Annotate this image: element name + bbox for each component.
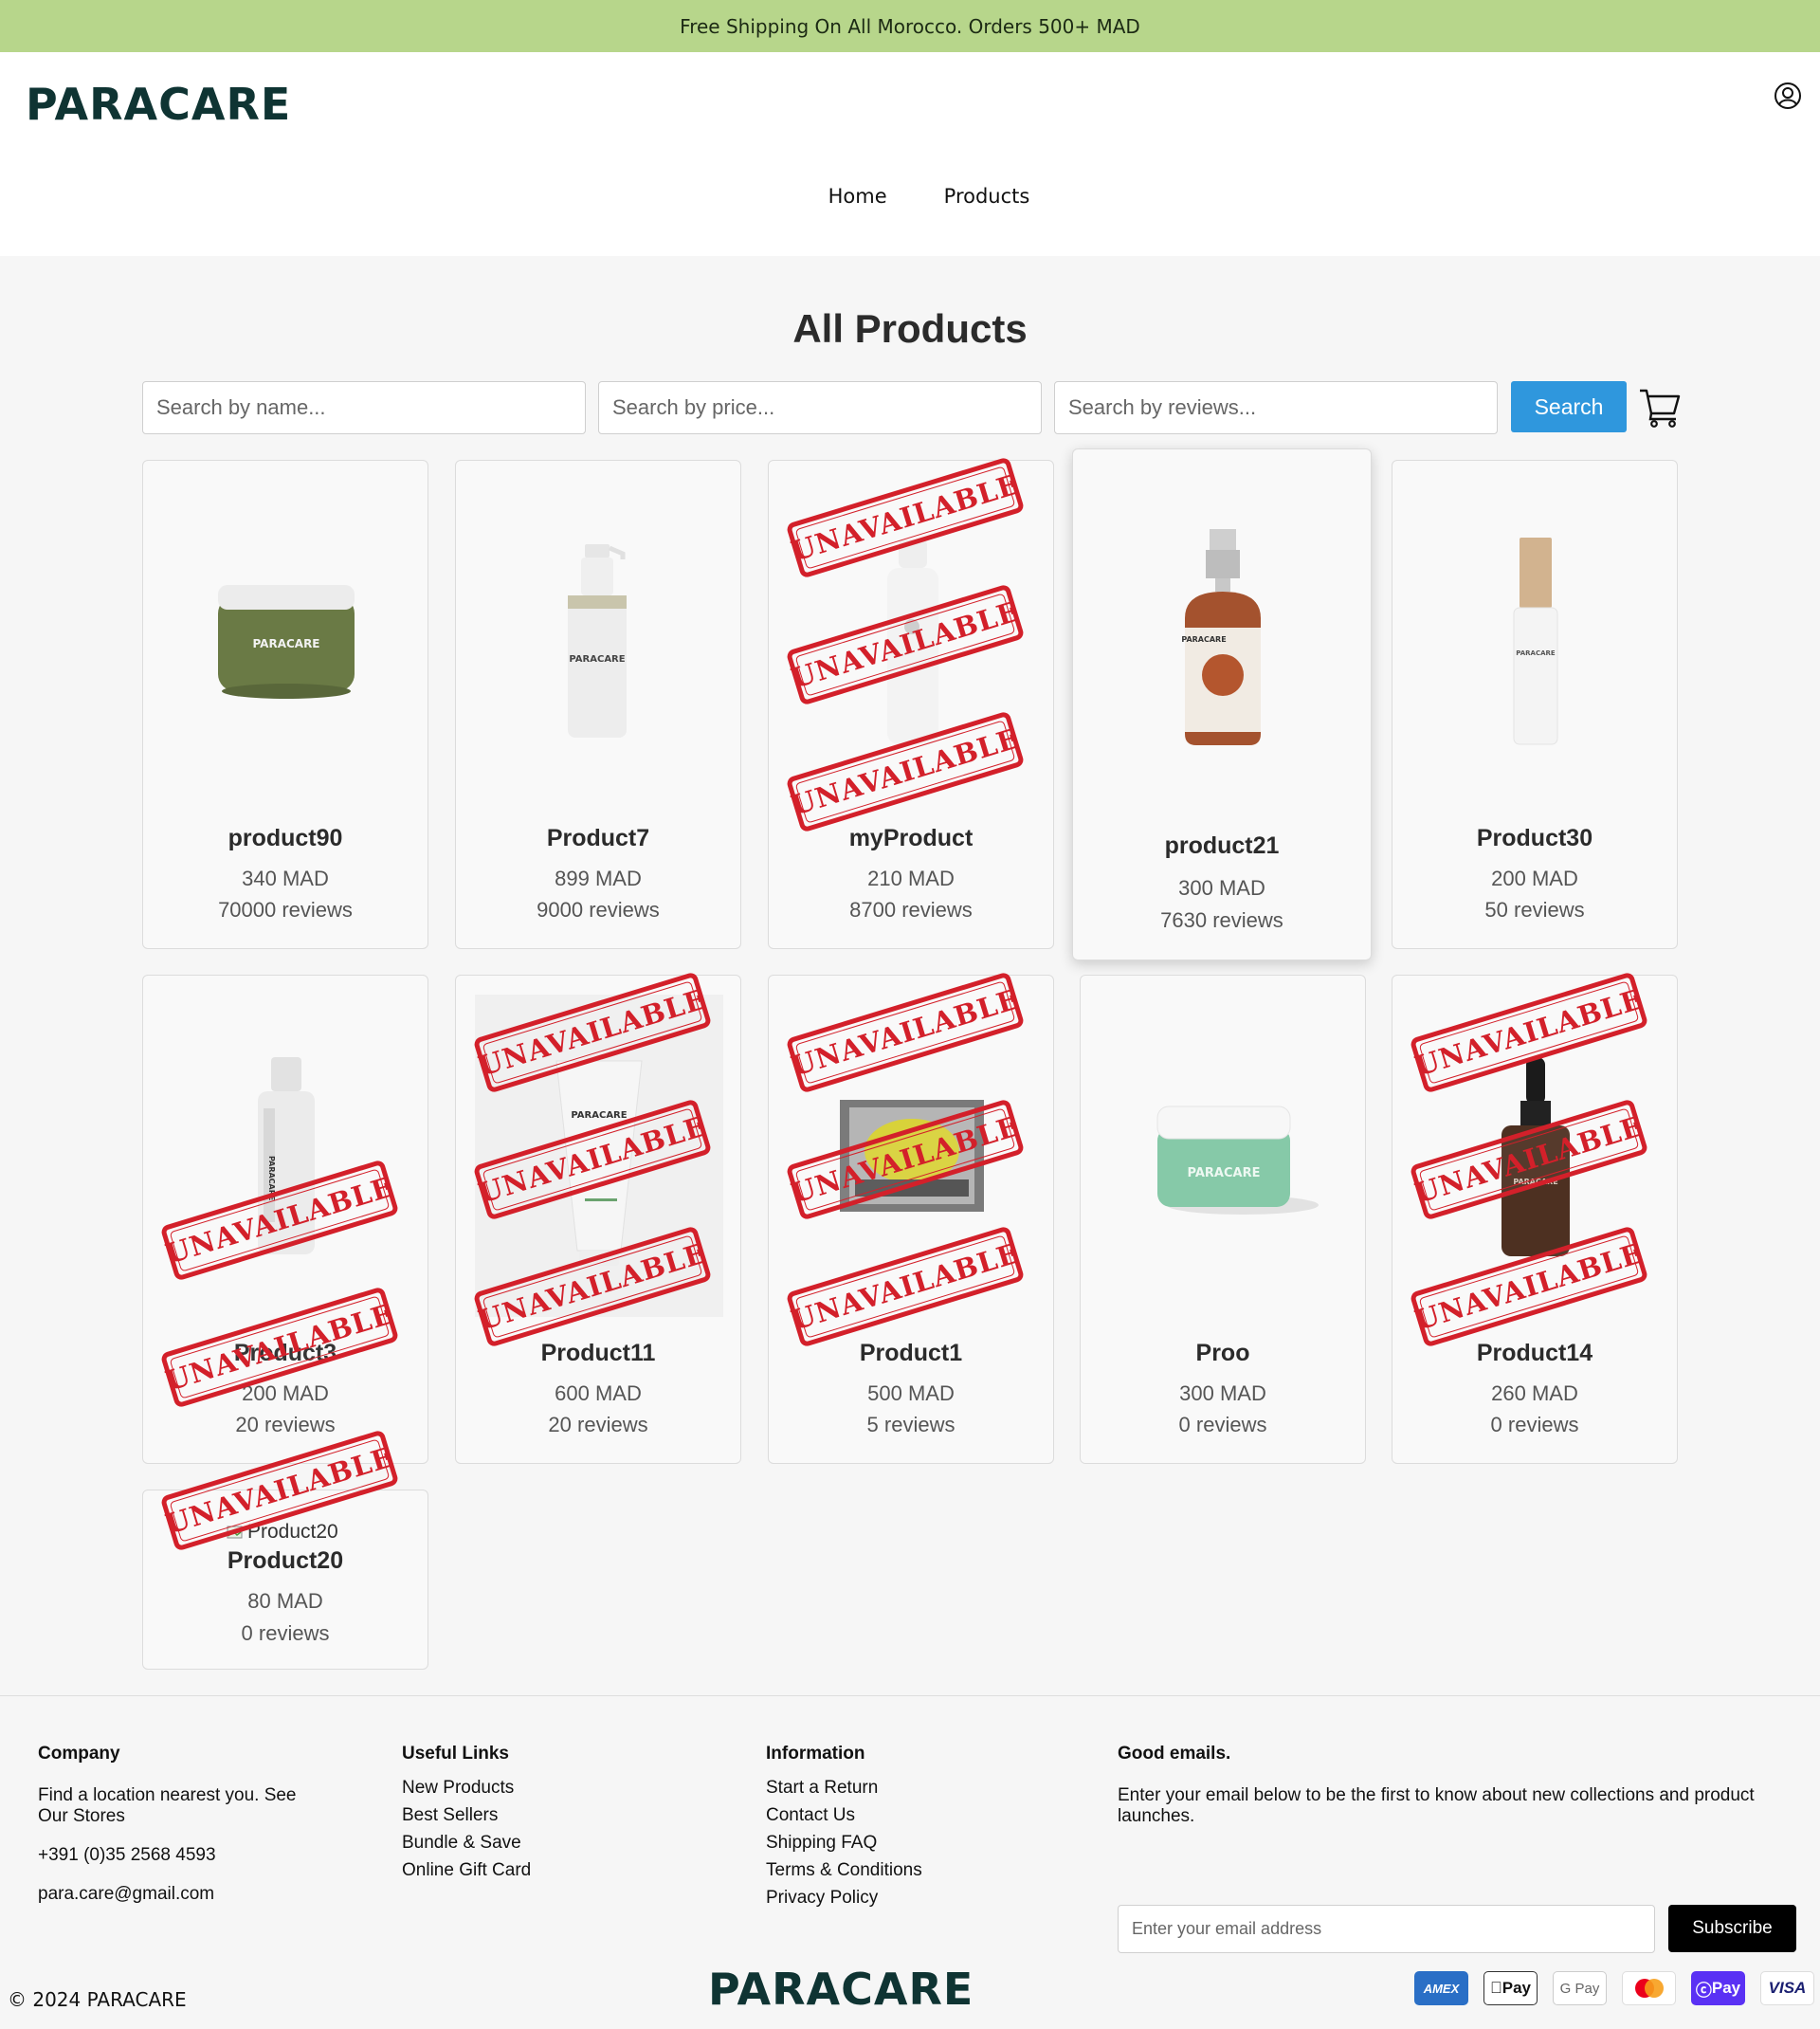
subscribe-button[interactable]: Subscribe bbox=[1668, 1905, 1796, 1952]
product-card[interactable]: PARACARE UNAVAILABLE UNAVAILABLE UNAVAIL… bbox=[1392, 971, 1678, 1464]
footer-company: Company Find a location nearest you. See… bbox=[38, 1744, 322, 1923]
newsletter-heading: Good emails. bbox=[1118, 1744, 1231, 1764]
mastercard-icon bbox=[1622, 1971, 1676, 2005]
product-card[interactable]: PARACARE Product7 899 MAD 9000 reviews bbox=[455, 460, 741, 949]
visa-icon: VISA bbox=[1760, 1971, 1814, 2005]
product-name[interactable]: product21 bbox=[1073, 832, 1371, 860]
site-logo[interactable]: PARACARE bbox=[26, 79, 291, 130]
svg-text:PARACARE: PARACARE bbox=[252, 637, 319, 650]
svg-text:PARACARE: PARACARE bbox=[571, 1110, 627, 1121]
newsletter-text: Enter your email below to be the first t… bbox=[1118, 1785, 1755, 1826]
site-header: PARACARE Home Products bbox=[0, 52, 1820, 256]
product-reviews: 20 reviews bbox=[235, 1413, 336, 1436]
apple-pay-label: Pay bbox=[1496, 1979, 1531, 1997]
site-footer: Company Find a location nearest you. See… bbox=[0, 1695, 1820, 2029]
nav-home[interactable]: Home bbox=[828, 185, 887, 208]
product-card[interactable]: PARACARE Proo 300 MAD 0 reviews bbox=[1080, 975, 1366, 1464]
search-bar: Search bbox=[142, 381, 1697, 434]
footer-link[interactable]: Privacy Policy bbox=[766, 1884, 922, 1911]
footer-link[interactable]: Shipping FAQ bbox=[766, 1829, 922, 1856]
google-pay-icon: G Pay bbox=[1553, 1971, 1607, 2005]
product-reviews: 7630 reviews bbox=[1160, 908, 1283, 932]
footer-link[interactable]: Best Sellers bbox=[402, 1801, 531, 1829]
product-card[interactable]: PARACARE product90 340 MAD 70000 reviews bbox=[142, 460, 428, 949]
product-reviews: 8700 reviews bbox=[849, 898, 973, 922]
product-price: 80 MAD bbox=[247, 1589, 323, 1613]
footer-information-heading: Information bbox=[766, 1744, 865, 1764]
product-reviews: 20 reviews bbox=[548, 1413, 648, 1436]
product-reviews: 70000 reviews bbox=[218, 898, 353, 922]
shop-pay-label: Pay bbox=[1711, 1979, 1741, 1997]
product-reviews: 0 reviews bbox=[1490, 1413, 1579, 1436]
product-name[interactable]: Product7 bbox=[456, 825, 740, 852]
amex-icon: AMEX bbox=[1414, 1971, 1468, 2005]
footer-email[interactable]: para.care@gmail.com bbox=[38, 1884, 322, 1905]
shop-pay-icon: ⓒ Pay bbox=[1691, 1971, 1745, 2005]
product-name[interactable]: Product30 bbox=[1392, 825, 1677, 852]
product-name[interactable]: Product20 bbox=[143, 1547, 428, 1575]
main-nav: Home Products bbox=[0, 185, 1820, 208]
product-image[interactable]: PARACARE bbox=[1411, 480, 1660, 802]
product-card[interactable]: UNAVAILABLE UNAVAILABLE UNAVAILABLE myPr… bbox=[768, 456, 1054, 949]
payment-methods: AMEX Pay G Pay ⓒPay VISA bbox=[1414, 1971, 1814, 2005]
product-image[interactable]: PARACARE bbox=[1092, 468, 1354, 806]
product-name[interactable]: Proo bbox=[1081, 1340, 1365, 1367]
footer-company-heading: Company bbox=[38, 1744, 120, 1764]
footer-logo[interactable]: PARACARE bbox=[708, 1964, 974, 2015]
product-reviews: 0 reviews bbox=[241, 1621, 330, 1645]
product-reviews: 0 reviews bbox=[1178, 1413, 1267, 1436]
footer-useful-links-heading: Useful Links bbox=[402, 1744, 509, 1764]
product-image[interactable]: PARACARE bbox=[162, 480, 410, 802]
account-icon[interactable] bbox=[1773, 81, 1803, 111]
product-price: 500 MAD bbox=[867, 1381, 955, 1405]
product-name[interactable]: product90 bbox=[143, 825, 428, 852]
product-reviews: 50 reviews bbox=[1484, 898, 1585, 922]
cart-icon[interactable] bbox=[1638, 385, 1682, 429]
product-price: 899 MAD bbox=[555, 867, 642, 890]
product-reviews: 9000 reviews bbox=[537, 898, 660, 922]
footer-information: Information Start a Return Contact Us Sh… bbox=[766, 1744, 922, 1911]
footer-link[interactable]: Terms & Conditions bbox=[766, 1856, 922, 1884]
search-name-input[interactable] bbox=[142, 381, 586, 434]
product-price: 300 MAD bbox=[1178, 876, 1265, 900]
product-image[interactable]: PARACARE bbox=[1100, 995, 1348, 1317]
product-card[interactable]: PARACARE Product30 200 MAD 50 reviews bbox=[1392, 460, 1678, 949]
announcement-bar: Free Shipping On All Morocco. Orders 500… bbox=[0, 0, 1820, 52]
footer-useful-links: Useful Links New Products Best Sellers B… bbox=[402, 1744, 531, 1884]
footer-link[interactable]: Bundle & Save bbox=[402, 1829, 531, 1856]
product-price: 300 MAD bbox=[1179, 1381, 1266, 1405]
nav-products[interactable]: Products bbox=[944, 185, 1030, 208]
footer-link[interactable]: Online Gift Card bbox=[402, 1856, 531, 1884]
search-reviews-input[interactable] bbox=[1054, 381, 1498, 434]
product-card[interactable]: Product20 UNAVAILABLE Product20 80 MAD 0… bbox=[142, 1429, 428, 1670]
product-card[interactable]: PARACARE product21 300 MAD 7630 reviews bbox=[1072, 448, 1372, 960]
newsletter-email-input[interactable] bbox=[1118, 1905, 1655, 1953]
footer-newsletter: Good emails. Enter your email below to b… bbox=[1118, 1744, 1800, 1971]
product-card[interactable]: PARACARE UNAVAILABLE UNAVAILABLE Product… bbox=[142, 975, 428, 1464]
announcement-text: Free Shipping On All Morocco. Orders 500… bbox=[680, 14, 1140, 38]
product-price: 600 MAD bbox=[555, 1381, 642, 1405]
product-image[interactable]: PARACARE bbox=[475, 480, 723, 802]
footer-link[interactable]: New Products bbox=[402, 1774, 531, 1801]
product-card[interactable]: PARACARE UNAVAILABLE UNAVAILABLE UNAVAIL… bbox=[455, 971, 741, 1464]
product-price: 200 MAD bbox=[1491, 867, 1578, 890]
svg-text:PARACARE: PARACARE bbox=[1516, 649, 1556, 657]
search-price-input[interactable] bbox=[598, 381, 1042, 434]
product-price: 260 MAD bbox=[1491, 1381, 1578, 1405]
product-price: 340 MAD bbox=[242, 867, 329, 890]
svg-text:PARACARE: PARACARE bbox=[1181, 635, 1226, 644]
product-card[interactable]: UNAVAILABLE UNAVAILABLE UNAVAILABLE Prod… bbox=[768, 971, 1054, 1464]
product-price: 210 MAD bbox=[867, 867, 955, 890]
footer-phone[interactable]: +391 (0)35 2568 4593 bbox=[38, 1845, 322, 1866]
page-title: All Products bbox=[792, 306, 1028, 351]
search-button[interactable]: Search bbox=[1511, 381, 1627, 432]
copyright: © 2024 PARACARE bbox=[8, 1988, 187, 2011]
svg-text:PARACARE: PARACARE bbox=[1188, 1166, 1261, 1180]
apple-pay-icon: Pay bbox=[1483, 1971, 1538, 2005]
svg-text:PARACARE: PARACARE bbox=[569, 654, 625, 665]
product-reviews: 5 reviews bbox=[866, 1413, 956, 1436]
footer-link[interactable]: Contact Us bbox=[766, 1801, 922, 1829]
footer-stores-link[interactable]: Find a location nearest you. See Our Sto… bbox=[38, 1785, 322, 1827]
footer-link[interactable]: Start a Return bbox=[766, 1774, 922, 1801]
